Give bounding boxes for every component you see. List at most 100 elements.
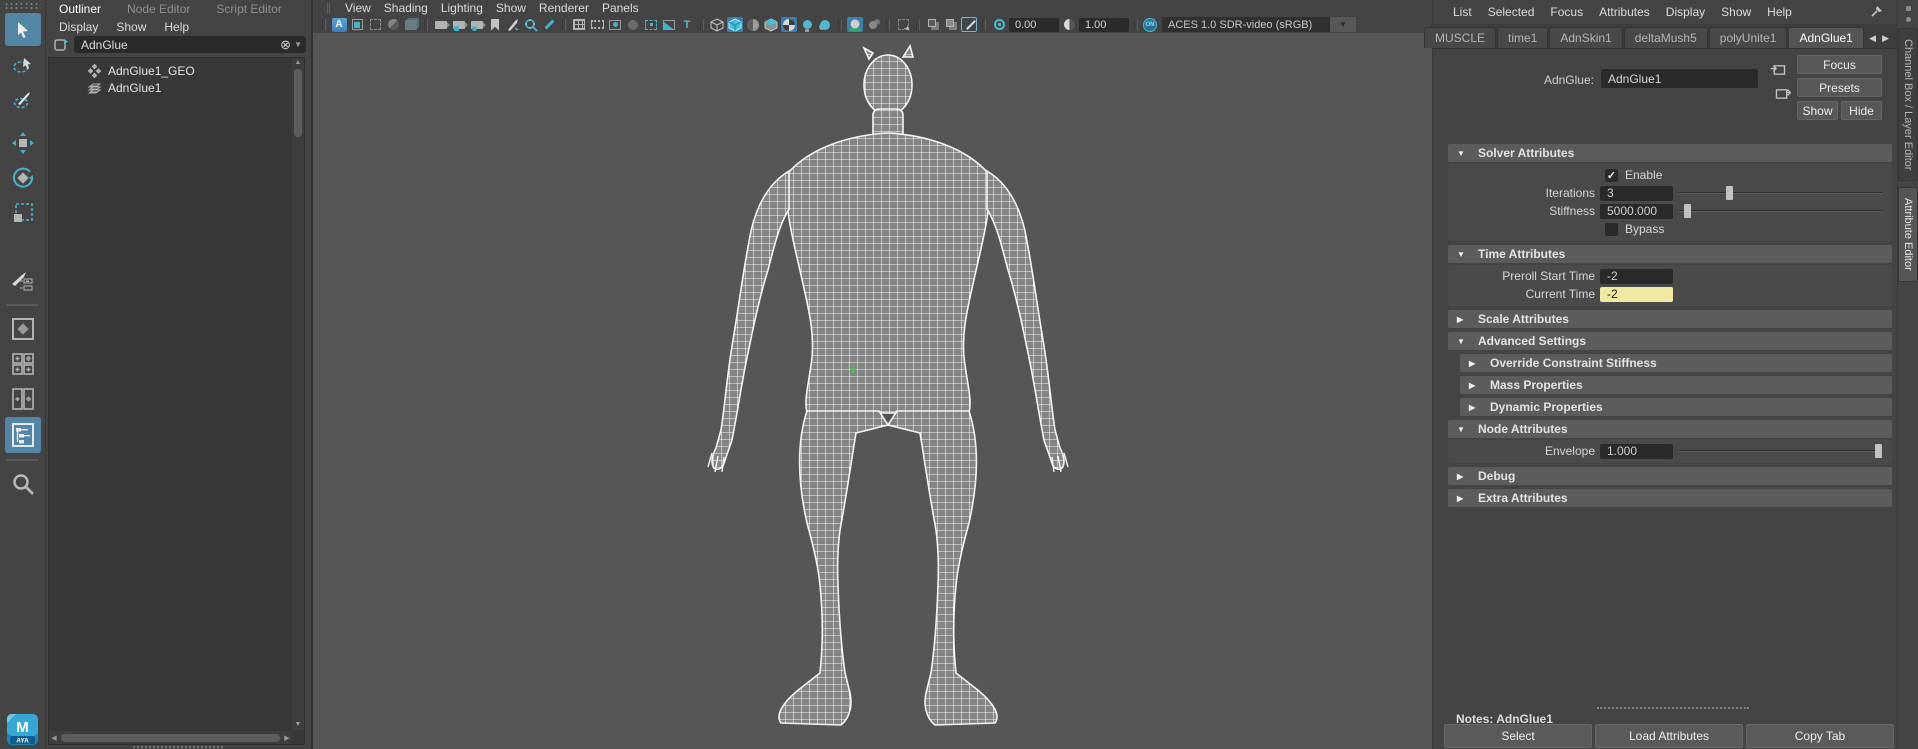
scroll-right-icon[interactable]: ▶ bbox=[282, 734, 292, 742]
section-time-attributes[interactable]: ▼ Time Attributes bbox=[1448, 245, 1892, 263]
select-button[interactable]: Select bbox=[1444, 724, 1592, 748]
exposure-field[interactable]: 0.00 bbox=[1009, 18, 1059, 32]
tab-time1[interactable]: time1 bbox=[1497, 27, 1548, 48]
filter-icon[interactable] bbox=[53, 37, 69, 53]
section-advanced-settings[interactable]: ▼ Advanced Settings bbox=[1448, 332, 1892, 350]
attribute-editor-vertical-tab[interactable]: Attribute Editor bbox=[1898, 187, 1918, 282]
scroll-left-icon[interactable]: ◀ bbox=[49, 734, 59, 742]
image-plane-icon[interactable] bbox=[403, 17, 419, 32]
pan-zoom-icon[interactable] bbox=[523, 17, 539, 32]
channel-box-vertical-tab[interactable]: Channel Box / Layer Editor bbox=[1898, 28, 1918, 181]
camera-gear-icon[interactable] bbox=[469, 17, 485, 32]
tree-vertical-scrollbar[interactable]: ▲ ▼ bbox=[292, 58, 304, 730]
exposure-icon[interactable] bbox=[991, 17, 1007, 32]
rotate-tool[interactable] bbox=[5, 161, 41, 194]
search-dropdown-icon[interactable]: ▼ bbox=[294, 40, 302, 49]
section-solver-attributes[interactable]: ▼ Solver Attributes bbox=[1448, 144, 1892, 162]
focus-button[interactable]: Focus bbox=[1797, 55, 1882, 74]
list-history-icon[interactable] bbox=[1770, 63, 1787, 76]
section-node-attributes[interactable]: ▼ Node Attributes bbox=[1448, 420, 1892, 438]
flat-shade-icon[interactable] bbox=[763, 17, 779, 32]
tab-deltamush5[interactable]: deltaMush5 bbox=[1624, 27, 1708, 48]
section-override-constraint-stiffness[interactable]: ▶ Override Constraint Stiffness bbox=[1460, 354, 1892, 372]
wireframe-icon[interactable] bbox=[709, 17, 725, 32]
lights-icon[interactable] bbox=[799, 17, 815, 32]
menu-shading[interactable]: Shading bbox=[384, 1, 428, 15]
paint-select-tool[interactable] bbox=[5, 83, 41, 116]
tree-item-geo[interactable]: AdnGlue1_GEO bbox=[49, 62, 304, 79]
hide-button[interactable]: Hide bbox=[1841, 101, 1882, 120]
section-mass-properties[interactable]: ▶ Mass Properties bbox=[1460, 376, 1892, 394]
menu-display[interactable]: Display bbox=[59, 20, 98, 33]
show-button[interactable]: Show bbox=[1797, 101, 1838, 120]
v-scroll-thumb[interactable] bbox=[294, 69, 302, 137]
node-name-input[interactable]: AdnGlue1 bbox=[1601, 69, 1758, 88]
strip-handle-icon-2[interactable] bbox=[1906, 17, 1911, 22]
menu-renderer[interactable]: Renderer bbox=[539, 1, 589, 15]
menu-view[interactable]: View bbox=[345, 1, 371, 15]
bounding-box-icon[interactable] bbox=[745, 17, 761, 32]
menu-help[interactable]: Help bbox=[164, 20, 189, 33]
grease-pencil-icon[interactable] bbox=[505, 17, 521, 32]
tab-scroll-right-icon[interactable]: ▶ bbox=[1882, 33, 1889, 44]
toolbox-grip[interactable] bbox=[4, 2, 41, 11]
clear-search-icon[interactable]: ⊗ bbox=[280, 38, 291, 51]
menu-lighting[interactable]: Lighting bbox=[441, 1, 483, 15]
artisan-paint-tool[interactable] bbox=[5, 265, 41, 298]
section-debug[interactable]: ▶ Debug bbox=[1448, 467, 1892, 485]
safe-action-icon[interactable] bbox=[661, 17, 677, 32]
enable-checkbox[interactable]: ✓ bbox=[1605, 169, 1618, 182]
tab-script-editor[interactable]: Script Editor bbox=[216, 2, 281, 16]
layout-two-pane[interactable] bbox=[5, 382, 41, 415]
viewport-canvas[interactable] bbox=[313, 33, 1432, 749]
tab-scroll-left-icon[interactable]: ◀ bbox=[1869, 33, 1876, 44]
layout-four-pane[interactable] bbox=[5, 347, 41, 380]
pin-icon[interactable] bbox=[1870, 5, 1883, 18]
menu-display-ae[interactable]: Display bbox=[1666, 5, 1705, 19]
tab-adnskin1[interactable]: AdnSkin1 bbox=[1549, 27, 1622, 48]
current-time-field[interactable]: -2 bbox=[1600, 287, 1673, 302]
section-scale-attributes[interactable]: ▶ Scale Attributes bbox=[1448, 310, 1892, 328]
gamma-icon[interactable] bbox=[1061, 17, 1077, 32]
film-gate-icon[interactable] bbox=[589, 17, 605, 32]
menu-grip[interactable] bbox=[327, 3, 330, 14]
menu-selected[interactable]: Selected bbox=[1488, 5, 1535, 19]
tree-horizontal-scrollbar[interactable]: ◀ ▶ bbox=[49, 731, 292, 744]
scale-tool[interactable] bbox=[5, 196, 41, 229]
tab-node-editor[interactable]: Node Editor bbox=[127, 2, 190, 16]
menu-show-ae[interactable]: Show bbox=[1721, 5, 1751, 19]
scroll-up-icon[interactable]: ▲ bbox=[292, 58, 304, 68]
default-light-icon[interactable] bbox=[817, 17, 833, 32]
iterations-field[interactable]: 3 bbox=[1600, 186, 1673, 201]
layout-single-pane[interactable] bbox=[5, 312, 41, 345]
pencil-icon[interactable] bbox=[541, 17, 557, 32]
dashed-gate-icon[interactable] bbox=[367, 17, 383, 32]
camera-icon[interactable] bbox=[433, 17, 449, 32]
colorspace-dropdown[interactable]: ACES 1.0 SDR-video (sRGB) ▼ bbox=[1162, 17, 1356, 32]
camera-lock-icon[interactable] bbox=[451, 17, 467, 32]
menu-show-vp[interactable]: Show bbox=[496, 1, 526, 15]
menu-attributes[interactable]: Attributes bbox=[1599, 5, 1650, 19]
select-tool[interactable] bbox=[5, 13, 41, 46]
plane-a-icon[interactable] bbox=[925, 17, 941, 32]
layout-outliner-persp[interactable] bbox=[5, 417, 41, 453]
move-tool[interactable] bbox=[5, 126, 41, 159]
menu-show[interactable]: Show bbox=[116, 20, 146, 33]
notes-resize-grip[interactable] bbox=[1597, 707, 1749, 709]
tab-muscle[interactable]: MUSCLE bbox=[1424, 27, 1496, 48]
tab-outliner[interactable]: Outliner bbox=[59, 2, 101, 16]
section-extra-attributes[interactable]: ▶ Extra Attributes bbox=[1448, 489, 1892, 507]
tree-item-glue[interactable]: AdnGlue1 bbox=[49, 79, 304, 96]
gamma-field[interactable]: 1.00 bbox=[1079, 18, 1129, 32]
bypass-checkbox[interactable] bbox=[1605, 223, 1618, 236]
camera-attrs-a-icon[interactable]: A bbox=[331, 17, 347, 32]
attr-scroll-area[interactable]: ▼ Solver Attributes ✓ Enable Iterations … bbox=[1433, 140, 1897, 704]
preroll-field[interactable]: -2 bbox=[1600, 269, 1673, 284]
textured-icon[interactable] bbox=[781, 17, 797, 32]
iterations-slider[interactable] bbox=[1679, 186, 1882, 200]
bookmark-icon[interactable] bbox=[487, 17, 503, 32]
scroll-down-icon[interactable]: ▼ bbox=[292, 720, 304, 730]
stiffness-field[interactable]: 5000.000 bbox=[1600, 204, 1673, 219]
select-camera-icon[interactable] bbox=[349, 17, 365, 32]
shadows-icon[interactable] bbox=[847, 17, 863, 32]
